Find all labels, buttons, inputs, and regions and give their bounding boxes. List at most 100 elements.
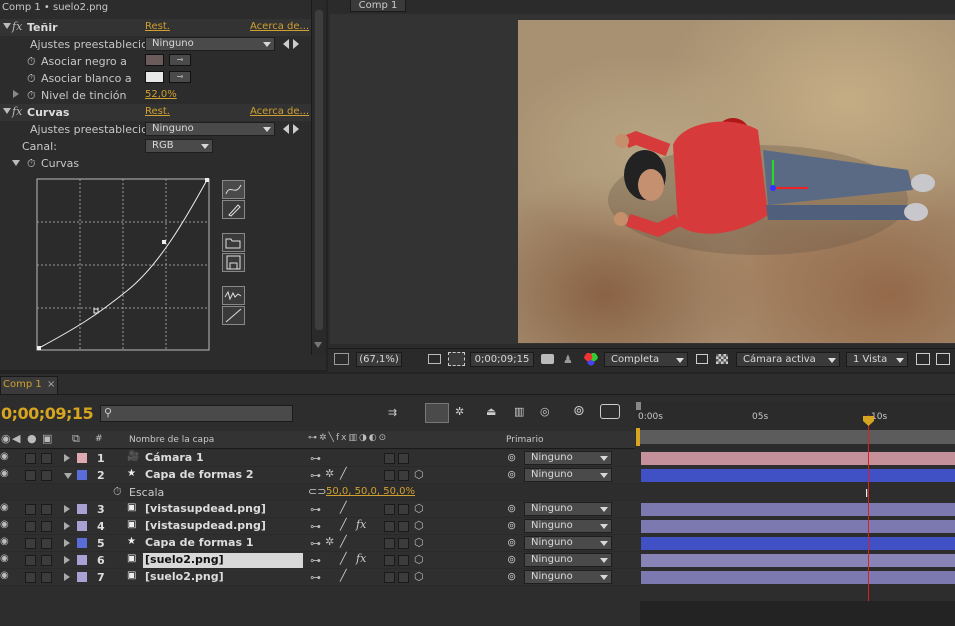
layer-row[interactable]: ◉ 3 ▣ [vistasupdead.png] ⊶ ╱ ⬡ ⊚ Ninguno [0,501,640,518]
motion-blur-toggle[interactable] [384,470,395,481]
layer-row[interactable]: ◉ 4 ▣ [vistasupdead.png] ⊶ ╱ fx ⬡ ⊚ Ninguno [0,518,640,535]
view-layout-dropdown[interactable]: 1 Vista [846,352,908,367]
layer-row[interactable]: ◉ 7 ▣ [suelo2.png] ⊶ ╱ ⬡ ⊚ Ninguno [0,569,640,586]
collapse-triangle-icon[interactable] [3,23,11,29]
layer-search-input[interactable]: ⚲ [100,405,293,422]
motion-blur-toggle[interactable] [384,538,395,549]
collapse-switch-icon[interactable]: ⊶ [310,469,321,482]
about-link[interactable]: Acerca de... [250,21,309,32]
adjustment-toggle[interactable] [398,538,409,549]
presets-dropdown[interactable]: Ninguno [145,37,275,51]
layer-name[interactable]: [vistasupdead.png] [143,519,293,534]
layer-row[interactable]: ◉ 2 ★ Capa de formas 2 ⊶ ✲ ╱ ⬡ ⊚ Ninguno [0,467,640,484]
solo-toggle[interactable] [41,521,52,532]
scale-value[interactable]: 50,0, 50,0, 50,0% [326,486,415,497]
audio-toggle[interactable] [25,555,36,566]
label-color-swatch[interactable] [77,555,87,565]
draft-3d-icon[interactable]: ✲ [455,405,464,418]
expand-triangle-icon[interactable] [64,454,70,462]
safe-zones-icon[interactable] [428,354,441,364]
expand-triangle-icon[interactable] [64,505,70,513]
current-time-field[interactable]: 0;00;09;15 [470,352,534,367]
motion-blur-toggle[interactable] [384,453,395,464]
prev-preset-icon[interactable] [283,124,289,134]
timeline-current-time[interactable]: 0;00;09;15 [1,404,94,423]
parent-pickwhip-icon[interactable]: ⊚ [507,519,516,532]
eyedropper-icon[interactable]: ⊸ [169,71,191,83]
live-update-icon[interactable] [425,403,449,423]
expand-triangle-icon[interactable] [64,573,70,581]
quality-switch-icon[interactable]: ╱ [340,569,347,582]
collapse-switch-icon[interactable]: ⊶ [310,571,321,584]
effects-switch-icon[interactable]: fx [356,518,366,531]
always-preview-icon[interactable] [334,353,349,365]
collapse-switch-icon[interactable]: ⊶ [310,537,321,550]
reset-curve-icon[interactable] [222,306,245,325]
3d-layer-icon[interactable]: ⬡ [414,502,424,515]
collapse-triangle-icon[interactable] [3,108,11,114]
audio-toggle[interactable] [25,572,36,583]
layer-duration-bar[interactable] [641,452,955,465]
adjustment-toggle[interactable] [398,470,409,481]
collapse-switch-icon[interactable]: ⊶ [310,520,321,533]
scroll-down-icon[interactable] [314,342,322,348]
collapse-triangle-icon[interactable] [12,160,20,166]
solo-toggle[interactable] [41,470,52,481]
current-time-indicator[interactable] [868,415,869,601]
expand-triangle-icon[interactable] [64,522,70,530]
composition-mini-flowchart-icon[interactable]: ⇉ [388,406,397,419]
adjustment-toggle[interactable] [398,572,409,583]
camera-view-dropdown[interactable]: Cámara activa [736,352,840,367]
brainstorm-icon[interactable]: ⊚ [573,403,585,419]
channels-icon[interactable] [584,352,598,366]
label-color-swatch[interactable] [77,504,87,514]
layer-row[interactable]: ◉ 1 🎥 Cámara 1 ⊶ ⊚ Ninguno [0,450,640,467]
tab-comp1[interactable]: Comp 1 [350,0,406,12]
transparency-grid-icon[interactable] [716,354,728,364]
collapse-triangle-icon[interactable] [64,473,72,479]
solo-toggle[interactable] [41,504,52,515]
quality-switch-icon[interactable]: ╱ [340,518,347,531]
layer-duration-bar[interactable] [641,503,955,516]
3d-layer-icon[interactable]: ⬡ [414,553,424,566]
reset-link[interactable]: Rest. [145,21,170,32]
adjustment-toggle[interactable] [398,504,409,515]
continuous-rasterize-icon[interactable]: ✲ [325,467,334,480]
collapse-switch-icon[interactable]: ⊶ [310,452,321,465]
audio-toggle[interactable] [25,521,36,532]
expand-triangle-icon[interactable] [13,90,19,98]
parent-dropdown[interactable]: Ninguno [524,519,612,533]
layer-name-header[interactable]: Nombre de la capa [129,435,214,445]
motion-blur-toggle[interactable] [384,504,395,515]
label-color-swatch[interactable] [77,572,87,582]
3d-layer-icon[interactable]: ⬡ [414,536,424,549]
3d-layer-icon[interactable]: ⬡ [414,519,424,532]
stopwatch-icon[interactable]: ⏱ [27,89,36,103]
layer-row[interactable]: ◉ 6 ▣ [suelo2.png] ⊶ ╱ fx ⬡ ⊚ Ninguno [0,552,640,569]
visibility-eye-icon[interactable]: ◉ [0,570,9,581]
layer-duration-bar[interactable] [641,554,955,567]
parent-pickwhip-icon[interactable]: ⊚ [507,502,516,515]
parent-dropdown[interactable]: Ninguno [524,553,612,567]
resolution-dropdown[interactable]: Completa [604,352,688,367]
frame-blending-icon[interactable]: ▥ [514,405,524,418]
solo-toggle[interactable] [41,538,52,549]
visibility-eye-icon[interactable]: ◉ [0,502,9,513]
pencil-tool-icon[interactable] [222,200,245,219]
parent-dropdown[interactable]: Ninguno [524,502,612,516]
stopwatch-icon[interactable]: ⏱ [27,157,36,171]
effects-switch-icon[interactable]: fx [356,552,366,565]
time-navigator-start-icon[interactable] [636,402,641,410]
layer-duration-bar[interactable] [641,520,955,533]
collapse-switch-icon[interactable]: ⊶ [310,503,321,516]
solo-toggle[interactable] [41,555,52,566]
adjustment-toggle[interactable] [398,521,409,532]
layer-name[interactable]: Capa de formas 2 [143,468,293,483]
parent-dropdown[interactable]: Ninguno [524,536,612,550]
timeline-tab[interactable]: Comp 1 × [0,376,58,394]
layer-duration-bar[interactable] [641,469,955,482]
toggle-pixel-aspect-icon[interactable] [916,353,930,365]
label-color-swatch[interactable] [77,453,87,463]
solo-toggle[interactable] [41,572,52,583]
curves-graph[interactable] [36,178,211,352]
